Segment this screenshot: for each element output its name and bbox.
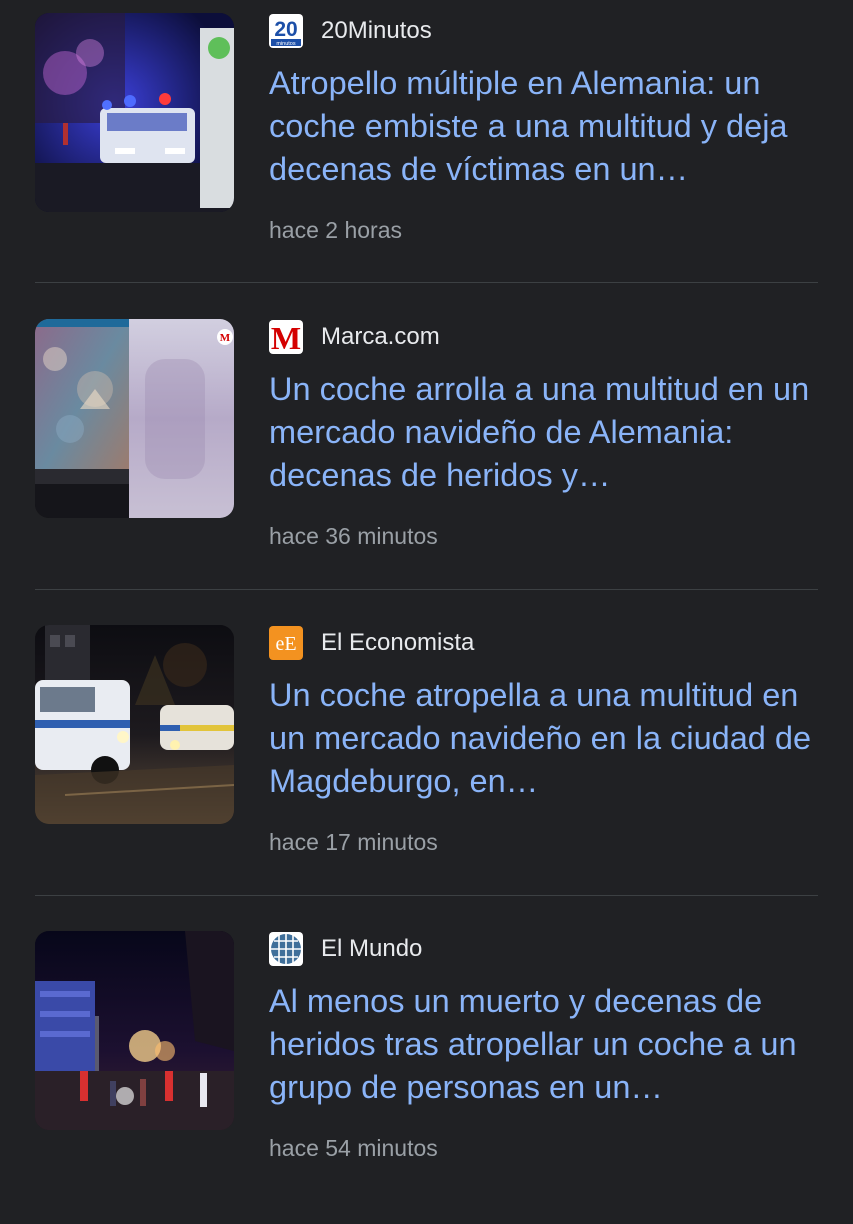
divider <box>35 282 818 283</box>
news-headline[interactable]: Un coche arrolla a una multitud en un me… <box>269 368 821 497</box>
eleconomista-logo-icon: eE <box>269 626 303 660</box>
news-timestamp: hace 36 minutos <box>269 523 438 549</box>
svg-text:M: M <box>220 332 231 344</box>
news-thumbnail-christmas-market[interactable]: M <box>35 319 234 518</box>
marca-logo-letter: M <box>271 320 301 354</box>
news-card[interactable]: M M Marca.com Un coche arrolla a una mul… <box>0 306 853 612</box>
news-thumbnail-police-night[interactable] <box>35 13 234 212</box>
20minutos-logo-number: 20 <box>274 18 297 41</box>
news-card[interactable]: 20 minutos 20Minutos Atropello múltiple … <box>0 0 853 306</box>
source-row: 20 minutos 20Minutos <box>269 14 432 48</box>
news-headline[interactable]: Un coche atropella a una multitud en un … <box>269 674 821 803</box>
divider <box>35 589 818 590</box>
news-headline[interactable]: Al menos un muerto y decenas de heridos … <box>269 980 821 1109</box>
divider <box>35 895 818 896</box>
source-name: El Economista <box>321 629 475 656</box>
source-row: El Mundo <box>269 932 422 966</box>
source-row: M Marca.com <box>269 320 440 354</box>
news-thumbnail-police-cars[interactable] <box>35 625 234 824</box>
20minutos-logo-icon: 20 minutos <box>269 14 303 48</box>
source-name: 20Minutos <box>321 17 432 44</box>
news-timestamp: hace 17 minutos <box>269 829 438 855</box>
eleconomista-logo-letters: eE <box>275 633 296 655</box>
news-card[interactable]: eE El Economista Un coche atropella a un… <box>0 612 853 918</box>
source-row: eE El Economista <box>269 626 474 660</box>
news-card[interactable]: El Mundo Al menos un muerto y decenas de… <box>0 918 853 1224</box>
news-thumbnail-crowd-night[interactable] <box>35 931 234 1130</box>
elmundo-logo-icon <box>269 932 303 966</box>
marca-logo-icon: M <box>269 320 303 354</box>
news-timestamp: hace 54 minutos <box>269 1135 438 1161</box>
news-headline[interactable]: Atropello múltiple en Alemania: un coche… <box>269 62 821 191</box>
source-name: Marca.com <box>321 323 440 350</box>
source-name: El Mundo <box>321 935 423 962</box>
news-timestamp: hace 2 horas <box>269 217 402 243</box>
20minutos-logo-word: minutos <box>276 41 296 47</box>
